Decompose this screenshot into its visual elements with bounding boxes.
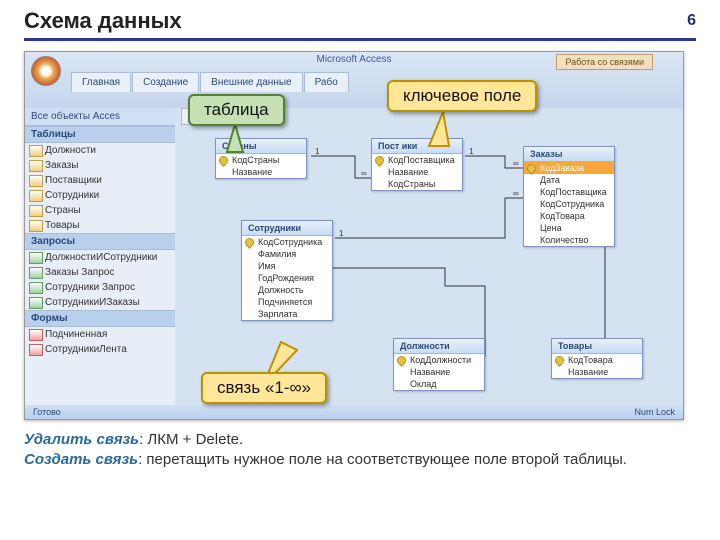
svg-text:∞: ∞ bbox=[513, 189, 519, 198]
callout-relation: связь «1-∞» bbox=[201, 372, 327, 404]
slide-title: Схема данных bbox=[24, 8, 182, 34]
table-row[interactable]: Количество bbox=[524, 234, 614, 246]
table-row[interactable]: Должность bbox=[242, 284, 332, 296]
table-sotrudniki[interactable]: Сотрудники КодСотрудника Фамилия Имя Год… bbox=[241, 220, 333, 321]
nav-item[interactable]: СотрудникиЛента bbox=[25, 342, 175, 357]
table-row[interactable]: Цена bbox=[524, 222, 614, 234]
tab-work[interactable]: Рабо bbox=[304, 72, 349, 92]
nav-item[interactable]: Сотрудники bbox=[25, 188, 175, 203]
table-row[interactable]: Имя bbox=[242, 260, 332, 272]
tab-create[interactable]: Создание bbox=[132, 72, 199, 92]
page-number: 6 bbox=[687, 12, 696, 30]
table-row[interactable]: КодТовара bbox=[552, 354, 642, 366]
divider bbox=[24, 38, 696, 41]
table-title: Должности bbox=[394, 339, 484, 354]
table-dolzhnosti[interactable]: Должности КодДолжности Название Оклад bbox=[393, 338, 485, 391]
nav-item[interactable]: Должности bbox=[25, 143, 175, 158]
table-row[interactable]: Фамилия bbox=[242, 248, 332, 260]
table-row[interactable]: КодСтраны bbox=[372, 178, 462, 190]
nav-item[interactable]: Заказы Запрос bbox=[25, 265, 175, 280]
tab-home[interactable]: Главная bbox=[71, 72, 131, 92]
create-text: : перетащить нужное поле на соответствую… bbox=[138, 451, 627, 468]
nav-item[interactable]: СотрудникиИЗаказы bbox=[25, 295, 175, 310]
table-row[interactable]: Подчиняется bbox=[242, 296, 332, 308]
table-postavshiki[interactable]: Пост ики КодПоставщика Название КодСтран… bbox=[371, 138, 463, 191]
status-left: Готово bbox=[33, 407, 61, 417]
nav-item[interactable]: Страны bbox=[25, 203, 175, 218]
nav-item[interactable]: Товары bbox=[25, 218, 175, 233]
table-zakazy[interactable]: Заказы КодЗаказа Дата КодПоставщика КодС… bbox=[523, 146, 615, 247]
table-row[interactable]: КодСотрудника bbox=[524, 198, 614, 210]
nav-item[interactable]: Заказы bbox=[25, 158, 175, 173]
status-bar: Готово Num Lock bbox=[25, 405, 683, 419]
table-row[interactable]: Название bbox=[552, 366, 642, 378]
table-row[interactable]: Зарплата bbox=[242, 308, 332, 320]
access-screenshot: Microsoft Access Работа со связями Главн… bbox=[24, 51, 684, 420]
context-tab[interactable]: Работа со связями bbox=[556, 54, 653, 70]
svg-text:∞: ∞ bbox=[513, 159, 519, 168]
status-right: Num Lock bbox=[634, 407, 675, 417]
table-row[interactable]: КодДолжности bbox=[394, 354, 484, 366]
nav-cat-tables[interactable]: Таблицы bbox=[25, 126, 175, 143]
table-row[interactable]: КодПоставщика bbox=[372, 154, 462, 166]
table-row[interactable]: Название bbox=[394, 366, 484, 378]
table-row[interactable]: КодТовара bbox=[524, 210, 614, 222]
nav-header[interactable]: Все объекты Acces bbox=[25, 108, 175, 126]
ribbon: Microsoft Access Работа со связями Главн… bbox=[25, 52, 683, 109]
table-row[interactable]: ГодРождения bbox=[242, 272, 332, 284]
table-title: Товары bbox=[552, 339, 642, 354]
nav-cat-queries[interactable]: Запросы bbox=[25, 233, 175, 250]
table-title: Сотрудники bbox=[242, 221, 332, 236]
nav-item[interactable]: Сотрудники Запрос bbox=[25, 280, 175, 295]
table-row[interactable]: КодСтраны bbox=[216, 154, 306, 166]
table-title: Страны bbox=[216, 139, 306, 154]
svg-text:1: 1 bbox=[315, 147, 320, 156]
table-row[interactable]: Название bbox=[216, 166, 306, 178]
table-row[interactable]: Название bbox=[372, 166, 462, 178]
ribbon-tabs[interactable]: Главная Создание Внешние данные Рабо bbox=[71, 72, 350, 92]
app-title: Microsoft Access bbox=[316, 54, 391, 65]
table-title: Заказы bbox=[524, 147, 614, 162]
nav-item[interactable]: ДолжностиИСотрудники bbox=[25, 250, 175, 265]
nav-item[interactable]: Поставщики bbox=[25, 173, 175, 188]
table-row[interactable]: КодЗаказа bbox=[524, 162, 614, 174]
delete-label: Удалить связь bbox=[24, 431, 139, 448]
nav-cat-forms[interactable]: Формы bbox=[25, 310, 175, 327]
tab-external[interactable]: Внешние данные bbox=[200, 72, 302, 92]
office-button-icon[interactable] bbox=[31, 56, 61, 86]
svg-text:∞: ∞ bbox=[361, 169, 367, 178]
table-row[interactable]: КодПоставщика bbox=[524, 186, 614, 198]
table-title: Пост ики bbox=[372, 139, 462, 154]
table-row[interactable]: Дата bbox=[524, 174, 614, 186]
callout-table: таблица bbox=[188, 94, 285, 126]
delete-text: : ЛКМ + Delete. bbox=[139, 431, 243, 448]
relation-canvas[interactable]: данных 1∞ 1∞ 1∞ 1 1∞ Страны bbox=[175, 108, 683, 405]
svg-text:1: 1 bbox=[469, 147, 474, 156]
nav-item[interactable]: Подчиненная bbox=[25, 327, 175, 342]
table-row[interactable]: Оклад bbox=[394, 378, 484, 390]
nav-pane: Все объекты Acces Таблицы Должности Зака… bbox=[25, 108, 176, 405]
notes: Удалить связь: ЛКМ + Delete. Создать свя… bbox=[24, 430, 696, 471]
create-label: Создать связь bbox=[24, 451, 138, 468]
callout-keyfield: ключевое поле bbox=[387, 80, 537, 112]
table-row[interactable]: КодСотрудника bbox=[242, 236, 332, 248]
svg-text:1: 1 bbox=[339, 229, 344, 238]
table-tovary[interactable]: Товары КодТовара Название bbox=[551, 338, 643, 379]
table-strany[interactable]: Страны КодСтраны Название bbox=[215, 138, 307, 179]
